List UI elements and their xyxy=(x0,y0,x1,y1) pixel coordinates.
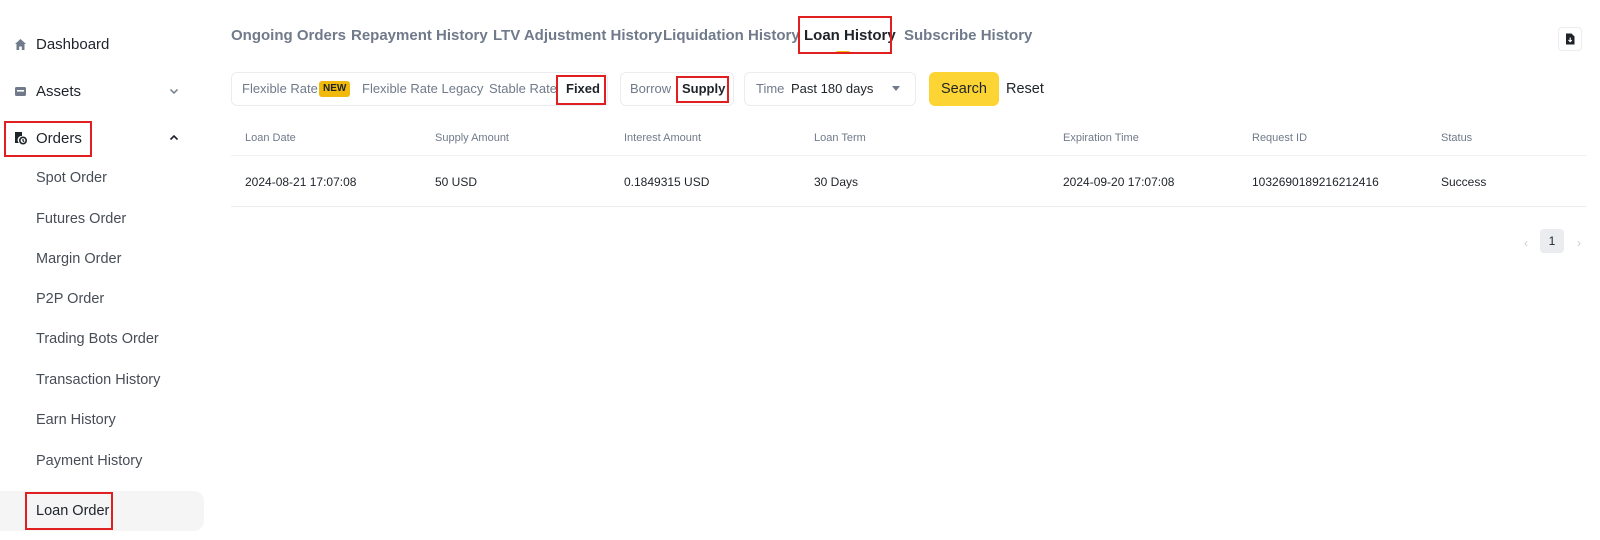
cell-interest-amount: 0.1849315 USD xyxy=(624,175,710,189)
tab-subscribe-history[interactable]: Subscribe History xyxy=(904,18,1032,54)
rate-option-fixed[interactable]: Fixed xyxy=(566,73,600,105)
chevron-left-icon[interactable]: ‹ xyxy=(1517,231,1535,255)
sidebar-subitem-transaction-history[interactable]: Transaction History xyxy=(0,360,204,400)
column-header-expiration-time: Expiration Time xyxy=(1063,132,1139,144)
sidebar-item-assets[interactable]: Assets xyxy=(0,71,204,111)
rate-option-stable[interactable]: Stable Rate xyxy=(489,73,557,105)
wallet-icon xyxy=(13,84,27,98)
sidebar-subitem-loan-order[interactable]: Loan Order xyxy=(0,491,204,531)
new-badge: NEW xyxy=(319,81,351,97)
sidebar-item-orders[interactable]: Orders xyxy=(0,118,204,158)
cell-status: Success xyxy=(1441,175,1487,189)
sidebar-item-dashboard[interactable]: Dashboard xyxy=(0,24,204,64)
column-header-status: Status xyxy=(1441,132,1473,144)
sidebar-subitem-label: Spot Order xyxy=(36,170,107,186)
sidebar-subitem-label: Transaction History xyxy=(36,372,161,388)
chevron-down-icon[interactable] xyxy=(168,85,180,97)
cell-supply-amount: 50 USD xyxy=(435,175,478,189)
table-row: 2024-08-21 17:07:08 50 USD 0.1849315 USD… xyxy=(231,157,1586,207)
caret-down-icon xyxy=(892,86,900,91)
sidebar-subitem-label: Margin Order xyxy=(36,251,122,267)
home-icon xyxy=(13,37,27,51)
sidebar-subitem-label: P2P Order xyxy=(36,291,105,307)
side-option-supply[interactable]: Supply xyxy=(682,73,725,105)
sidebar-subitem-spot-order[interactable]: Spot Order xyxy=(0,158,204,198)
export-button[interactable] xyxy=(1558,27,1582,51)
sidebar-subitem-label: Loan Order xyxy=(36,503,110,519)
sidebar-subitem-label: Payment History xyxy=(36,453,143,469)
sidebar-subitem-label: Trading Bots Order xyxy=(36,331,159,347)
sidebar-item-label: Dashboard xyxy=(36,35,110,53)
table-header: Loan Date Supply Amount Interest Amount … xyxy=(231,124,1586,156)
column-header-interest-amount: Interest Amount xyxy=(624,132,702,144)
sidebar-subitem-p2p-order[interactable]: P2P Order xyxy=(0,279,204,319)
column-header-supply-amount: Supply Amount xyxy=(435,132,509,144)
cell-expiration-time: 2024-09-20 17:07:08 xyxy=(1063,175,1175,189)
sidebar: Dashboard Assets Orders Spot Order Futur… xyxy=(0,0,210,540)
rate-type-segmented-control: Flexible Rate NEW Flexible Rate Legacy S… xyxy=(231,72,608,106)
sidebar-item-label: Orders xyxy=(36,129,82,147)
tab-ltv-adjustment-history[interactable]: LTV Adjustment History xyxy=(493,18,662,54)
side-option-borrow[interactable]: Borrow xyxy=(630,73,671,105)
sidebar-subitem-trading-bots-order[interactable]: Trading Bots Order xyxy=(0,319,204,359)
sidebar-subitem-earn-history[interactable]: Earn History xyxy=(0,400,204,440)
download-file-icon xyxy=(1566,33,1575,45)
chevron-right-icon[interactable]: › xyxy=(1570,231,1588,255)
reset-button[interactable]: Reset xyxy=(1006,72,1056,106)
tab-repayment-history[interactable]: Repayment History xyxy=(351,18,488,54)
time-range-value: Past 180 days xyxy=(791,81,874,96)
sidebar-subitem-futures-order[interactable]: Futures Order xyxy=(0,199,204,239)
sidebar-subitem-label: Earn History xyxy=(36,412,116,428)
column-header-loan-date: Loan Date xyxy=(245,132,296,144)
time-label: Time xyxy=(756,81,785,96)
sidebar-subitem-label: Futures Order xyxy=(36,211,127,227)
chevron-up-icon[interactable] xyxy=(168,132,180,144)
time-range-select[interactable]: Time Past 180 days xyxy=(744,72,916,106)
active-tab-indicator xyxy=(836,51,850,54)
column-header-loan-term: Loan Term xyxy=(814,132,866,144)
tab-ongoing-orders[interactable]: Ongoing Orders xyxy=(231,18,346,54)
cell-request-id: 1032690189216212416 xyxy=(1252,175,1379,189)
sidebar-subitem-payment-history[interactable]: Payment History xyxy=(0,441,204,481)
cell-loan-term: 30 Days xyxy=(814,175,859,189)
search-button[interactable]: Search xyxy=(929,72,999,106)
column-header-request-id: Request ID xyxy=(1252,132,1308,144)
sidebar-subitem-margin-order[interactable]: Margin Order xyxy=(0,239,204,279)
tab-loan-history[interactable]: Loan History xyxy=(804,18,896,54)
side-segmented-control: Borrow Supply xyxy=(620,72,734,106)
cell-loan-date: 2024-08-21 17:07:08 xyxy=(245,175,357,189)
orders-icon xyxy=(13,131,27,145)
rate-option-flexible-legacy[interactable]: Flexible Rate Legacy xyxy=(362,73,483,105)
tab-liquidation-history[interactable]: Liquidation History xyxy=(663,18,800,54)
sidebar-item-label: Assets xyxy=(36,82,82,100)
pagination-page-current[interactable]: 1 xyxy=(1540,229,1564,253)
rate-option-flexible[interactable]: Flexible Rate xyxy=(242,73,318,105)
